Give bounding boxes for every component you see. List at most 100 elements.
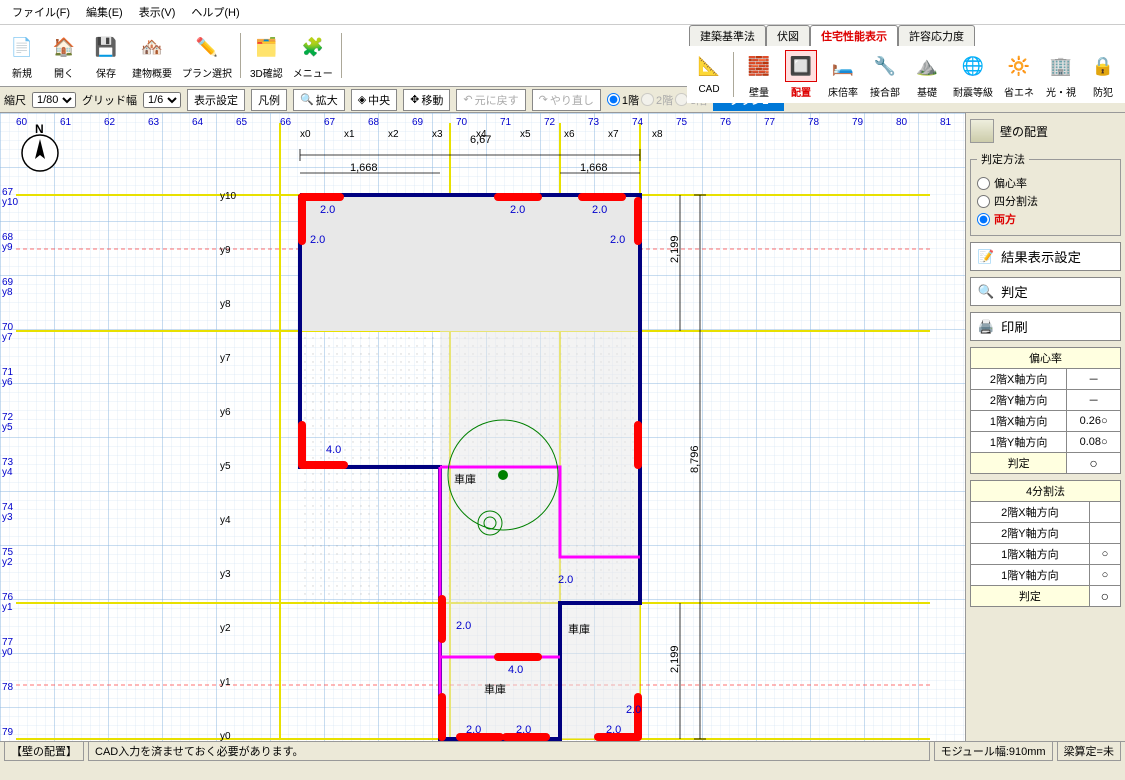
new-button[interactable]: 📄新規 <box>2 29 42 82</box>
grid-select[interactable]: 1/6 <box>143 92 181 108</box>
svg-text:車庫: 車庫 <box>568 622 590 636</box>
svg-text:2.0: 2.0 <box>516 724 531 736</box>
svg-text:y0: y0 <box>220 731 231 741</box>
svg-text:63: 63 <box>148 117 160 128</box>
energy-button[interactable]: 🔆省エネ <box>999 48 1039 101</box>
floor1-radio[interactable] <box>607 93 620 106</box>
radio-quadrant[interactable] <box>977 195 990 208</box>
settings-icon: 📝 <box>977 248 995 266</box>
result-display-settings-button[interactable]: 📝結果表示設定 <box>970 242 1121 271</box>
save-button[interactable]: 💾保存 <box>86 29 126 82</box>
tab-capacity[interactable]: 許容応力度 <box>898 25 975 46</box>
svg-text:2.0: 2.0 <box>610 234 625 246</box>
radio-both[interactable] <box>977 213 990 226</box>
display-settings-button[interactable]: 表示設定 <box>187 89 245 111</box>
open-button-icon: 🏠 <box>48 31 80 63</box>
printer-icon: 🖨️ <box>977 318 995 336</box>
wall-layout-icon <box>970 119 994 143</box>
undo-icon: ↶ <box>463 93 472 106</box>
save-button-icon: 💾 <box>90 31 122 63</box>
svg-text:y9: y9 <box>2 242 13 253</box>
joint-button[interactable]: 🔧接合部 <box>865 48 905 101</box>
menu-edit[interactable]: 編集(E) <box>78 2 131 22</box>
menu-help[interactable]: ヘルプ(H) <box>183 2 247 22</box>
status-module: モジュール幅:910mm <box>934 741 1053 761</box>
eccentricity-table: 偏心率 2階X軸方向－2階Y軸方向－1階X軸方向0.26○1階Y軸方向0.08○… <box>970 347 1121 474</box>
wall-qty-button[interactable]: 🧱壁量 <box>739 48 779 101</box>
floor-plan-canvas[interactable]: N <box>0 113 965 741</box>
security-button[interactable]: 🔒防犯 <box>1083 48 1123 101</box>
svg-text:67: 67 <box>324 117 336 128</box>
building-outline-button[interactable]: 🏘️建物概要 <box>128 29 176 82</box>
tab-building-law[interactable]: 建築基準法 <box>689 25 766 46</box>
3d-confirm-button[interactable]: 🗂️3D確認 <box>246 29 287 82</box>
open-button[interactable]: 🏠開く <box>44 29 84 82</box>
print-button[interactable]: 🖨️印刷 <box>970 312 1121 341</box>
menu-file[interactable]: ファイル(F) <box>4 2 78 22</box>
floor2-radio[interactable] <box>641 93 654 106</box>
svg-text:y7: y7 <box>220 353 231 364</box>
svg-text:76: 76 <box>720 117 732 128</box>
undo-button[interactable]: ↶元に戻す <box>456 89 525 111</box>
center-icon: ◈ <box>358 93 366 106</box>
foundation-button[interactable]: ⛰️基礎 <box>907 48 947 101</box>
svg-text:y10: y10 <box>2 197 19 208</box>
scale-select[interactable]: 1/80 <box>32 92 76 108</box>
floor-ratio-button-icon: 🛏️ <box>827 50 859 82</box>
svg-text:2.0: 2.0 <box>320 204 335 216</box>
judgment-method-label: 判定方法 <box>977 151 1029 167</box>
radio-eccentricity[interactable] <box>977 177 990 190</box>
svg-text:x2: x2 <box>388 129 399 140</box>
svg-text:N: N <box>35 122 44 136</box>
light-button[interactable]: 🏢光・視 <box>1041 48 1081 101</box>
svg-text:78: 78 <box>2 682 14 693</box>
redo-icon: ↷ <box>539 93 548 106</box>
grid-label: グリッド幅 <box>82 92 137 108</box>
legend-button[interactable]: 凡例 <box>251 89 287 111</box>
svg-text:80: 80 <box>896 117 908 128</box>
wall-qty-button-icon: 🧱 <box>743 50 775 82</box>
svg-text:2.0: 2.0 <box>626 704 641 716</box>
scale-label: 縮尺 <box>4 92 26 108</box>
3d-confirm-button-icon: 🗂️ <box>250 31 282 63</box>
judge-button[interactable]: 🔍判定 <box>970 277 1121 306</box>
svg-text:x1: x1 <box>344 129 355 140</box>
svg-text:79: 79 <box>2 727 14 738</box>
svg-text:x6: x6 <box>564 129 575 140</box>
svg-text:60: 60 <box>16 117 28 128</box>
side-panel-title: 壁の配置 <box>1000 123 1048 140</box>
foundation-button-icon: ⛰️ <box>911 50 943 82</box>
cad-button[interactable]: 📐CAD <box>689 48 729 101</box>
tab-fuse[interactable]: 伏図 <box>766 25 810 46</box>
svg-text:y3: y3 <box>220 569 231 580</box>
center-button[interactable]: ◈中央 <box>351 89 397 111</box>
move-button[interactable]: ✥移動 <box>403 89 450 111</box>
tab-performance[interactable]: 住宅性能表示 <box>810 25 898 46</box>
svg-text:y9: y9 <box>220 245 231 256</box>
redo-button[interactable]: ↷やり直し <box>532 89 601 111</box>
svg-text:72: 72 <box>544 117 556 128</box>
svg-text:71: 71 <box>500 117 512 128</box>
layout-button[interactable]: 🔲配置 <box>781 48 821 101</box>
svg-text:66: 66 <box>280 117 292 128</box>
svg-text:4.0: 4.0 <box>508 664 523 676</box>
menu-view[interactable]: 表示(V) <box>131 2 184 22</box>
svg-text:y8: y8 <box>2 287 13 298</box>
building-outline-button-icon: 🏘️ <box>136 31 168 63</box>
menu-button[interactable]: 🧩メニュー <box>289 29 337 82</box>
svg-text:x4: x4 <box>476 129 487 140</box>
plan-select-button[interactable]: ✏️プラン選択 <box>178 29 236 82</box>
plan-select-button-icon: ✏️ <box>191 31 223 63</box>
svg-text:y4: y4 <box>2 467 13 478</box>
judgment-method-group: 判定方法 偏心率 四分割法 両方 <box>970 151 1121 236</box>
status-beam: 梁算定=未 <box>1057 741 1121 761</box>
svg-text:y8: y8 <box>220 299 231 310</box>
seismic-button[interactable]: 🌐耐震等級 <box>949 48 997 101</box>
move-icon: ✥ <box>410 93 419 106</box>
zoom-in-button[interactable]: 🔍拡大 <box>293 89 345 111</box>
floor-ratio-button[interactable]: 🛏️床倍率 <box>823 48 863 101</box>
svg-text:2.0: 2.0 <box>592 204 607 216</box>
new-button-icon: 📄 <box>6 31 38 63</box>
svg-text:73: 73 <box>588 117 600 128</box>
svg-text:y1: y1 <box>220 677 231 688</box>
